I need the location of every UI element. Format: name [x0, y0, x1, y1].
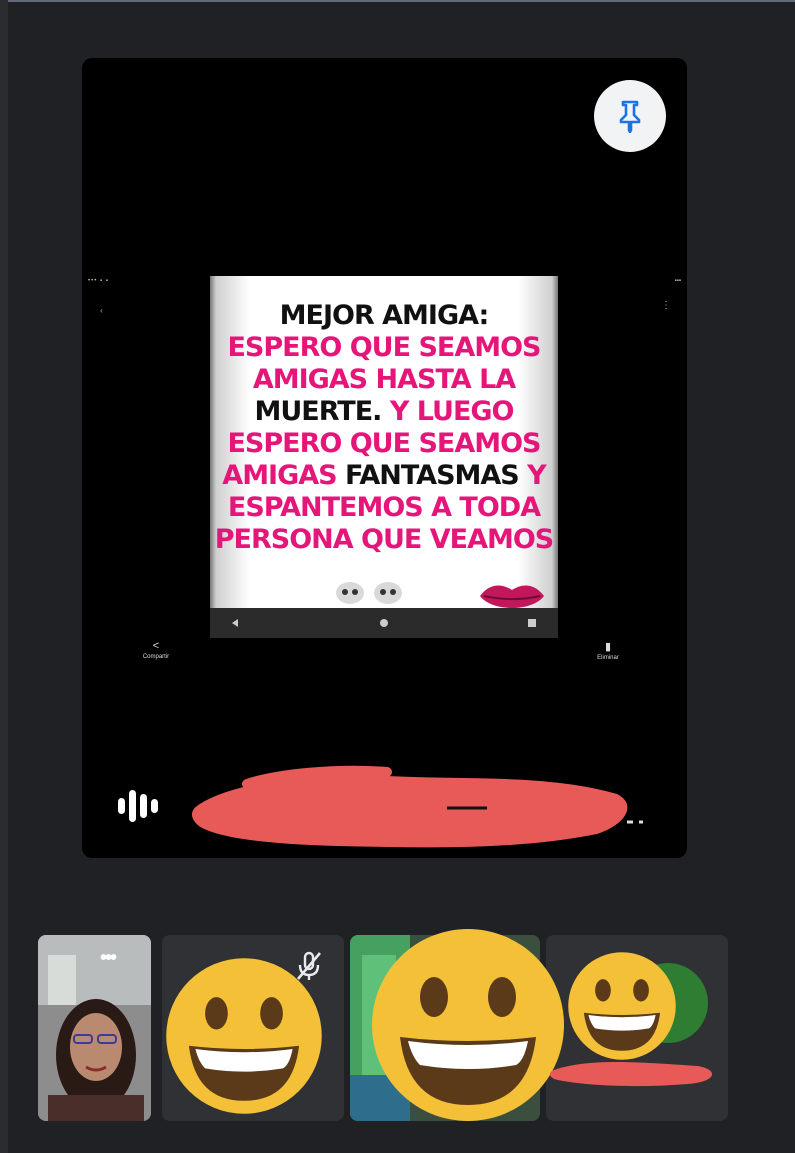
back-arrow-icon: ‹: [100, 306, 103, 315]
meme-word: ESPERO QUE SEAMOS: [227, 332, 541, 363]
smiley-emoji-icon: [166, 958, 322, 1114]
meme-word: AMIGAS HASTA LA: [252, 364, 516, 395]
meme-line: MEJOR AMIGA:: [210, 300, 558, 332]
audio-level-indicator: [118, 790, 158, 822]
meme-line: PERSONA QUE VEAMOS: [210, 524, 558, 556]
meme-word: MUERTE.: [254, 396, 390, 427]
shared-image: MEJOR AMIGA: ESPERO QUE SEAMOS AMIGAS HAST…: [210, 276, 558, 638]
meme-line: ESPERO QUE SEAMOS: [210, 332, 558, 364]
meme-line: AMIGAS HASTA LA: [210, 364, 558, 396]
smiley-emoji-icon: [372, 929, 564, 1121]
overflow-menu-icon: ⋮: [661, 300, 671, 311]
phone-status-left: ••• ▪ ▪: [88, 278, 109, 284]
meme-line: ESPANTEMOS A TODA: [210, 492, 558, 524]
delete-action: ▮ Eliminar: [578, 640, 638, 661]
presenter-tile[interactable]: ••• ▪ ▪ ▪▪▪ ‹ ⋮ MEJOR AMIGA: ESPERO QUE S…: [82, 58, 687, 858]
redacted-name: [192, 765, 643, 848]
share-icon: <: [152, 640, 160, 652]
top-border: [0, 0, 795, 2]
skull-stickers: [336, 582, 402, 604]
participant-tile[interactable]: •••: [38, 935, 151, 1121]
left-edge: [0, 0, 8, 1153]
shared-screen: ••• ▪ ▪ ▪▪▪ ‹ ⋮ MEJOR AMIGA: ESPERO QUE S…: [82, 270, 687, 661]
phone-nav-bar: [210, 608, 558, 638]
trash-icon: ▮: [604, 641, 612, 653]
meme-word: ESPANTEMOS A TODA: [227, 492, 541, 523]
meme-word: Y LUEGO: [389, 396, 515, 427]
meme-line: ESPERO QUE SEAMOS: [210, 428, 558, 460]
pin-button[interactable]: [594, 80, 666, 152]
meme-word: ESPERO QUE SEAMOS: [227, 428, 541, 459]
meme-line: MUERTE. Y LUEGO: [210, 396, 558, 428]
more-options-icon[interactable]: •••: [100, 947, 117, 970]
meme-text: MEJOR AMIGA: ESPERO QUE SEAMOS AMIGAS HAST…: [210, 300, 558, 556]
meme-line: AMIGAS FANTASMAS Y: [210, 460, 558, 492]
meme-word: Y: [527, 460, 547, 491]
meme-word: AMIGAS: [222, 460, 346, 491]
meme-word: FANTASMAS: [345, 460, 528, 491]
pin-icon: [619, 100, 641, 133]
meme-word: MEJOR AMIGA:: [279, 300, 490, 331]
smiley-emoji-icon: [568, 952, 676, 1060]
meme-word: PERSONA QUE VEAMOS: [214, 524, 555, 555]
phone-status-right: ▪▪▪: [674, 278, 681, 284]
share-action: < Compartir: [126, 640, 186, 660]
participant-video: [38, 935, 151, 1121]
redacted-name: [549, 1062, 713, 1087]
